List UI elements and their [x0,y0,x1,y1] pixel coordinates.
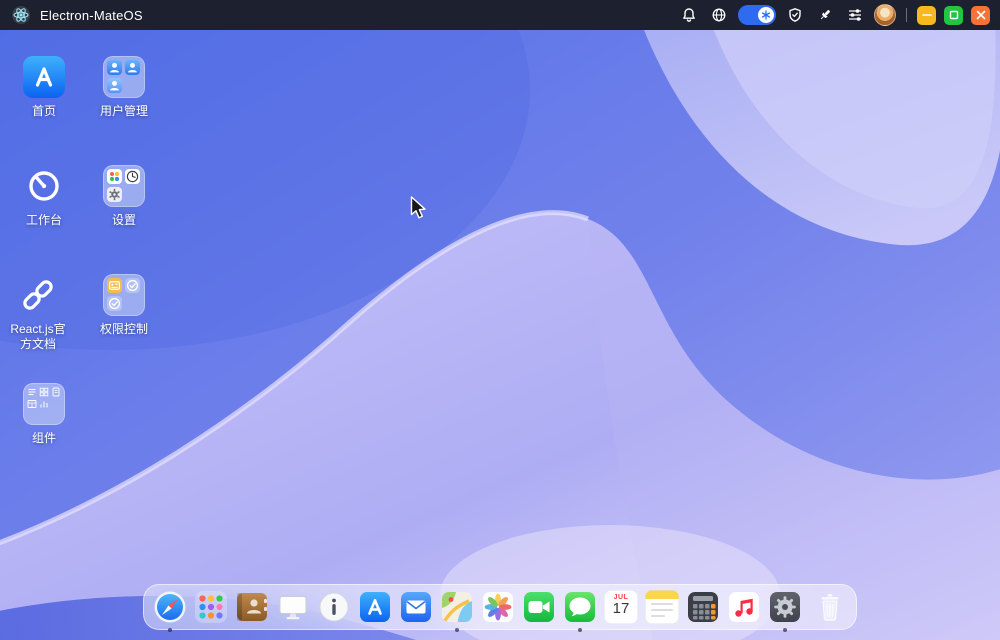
theme-toggle[interactable] [738,5,776,25]
gear-mini-icon [107,187,122,202]
note-line [651,603,673,605]
menubar-divider [906,8,907,22]
apps-grid-mini-icon [107,169,122,184]
desktop-icon-react-docs[interactable]: React.js官方文档 [6,274,70,352]
dock: JUL 17 [143,584,857,630]
clock-mini-icon [125,169,140,184]
dock-icon-app-store[interactable] [358,590,392,624]
calendar-tile: JUL 17 [604,590,638,624]
note-line [651,609,673,611]
settings-group-tile-icon [103,165,145,207]
menubar-tray [678,4,990,26]
chart-mini-icon [39,399,49,409]
dock-icon-photos[interactable] [481,590,515,624]
globe-language-icon[interactable] [708,4,730,26]
appstore-tile-icon [23,56,65,98]
menubar-left: Electron-MateOS [10,4,143,26]
document-mini-icon [51,387,61,397]
electron-atom-icon[interactable] [10,4,32,26]
check-circle-mini-icon [125,278,140,293]
desktop-icon-label: React.js官方文档 [6,322,70,352]
dock-icon-calendar[interactable]: JUL 17 [604,590,638,624]
desktop-icon-label: 权限控制 [100,322,148,337]
dock-icon-trash[interactable] [813,590,847,624]
user-mini-icon [107,60,122,75]
desktop-icon-settings[interactable]: 设置 [86,165,162,228]
close-button[interactable] [971,6,990,25]
theme-toggle-knob [758,7,774,23]
note-line [651,615,665,617]
dock-icon-safari[interactable] [153,590,187,624]
dock-icon-contacts[interactable] [235,590,269,624]
running-indicator [168,628,172,632]
desktop-icon-workbench[interactable]: 工作台 [6,165,82,228]
calendar-day: 17 [613,601,630,617]
permissions-group-tile-icon [103,274,145,316]
user-avatar[interactable] [874,4,896,26]
dock-icon-music[interactable] [727,590,761,624]
link-icon [17,274,59,316]
running-indicator [578,628,582,632]
dock-icon-system-settings[interactable] [768,590,802,624]
list-mini-icon [27,387,37,397]
dock-icon-messages[interactable] [563,590,597,624]
desktop-icon-user-management[interactable]: 用户管理 [86,56,162,119]
user-mini-icon [125,60,140,75]
maximize-button[interactable] [944,6,963,25]
desktop-icon-label: 组件 [32,431,56,446]
id-badge-mini-icon [107,278,122,293]
notes-tile [645,590,679,624]
desktop-screen: Electron-MateOS [0,0,1000,640]
running-indicator [455,628,459,632]
pin-icon[interactable] [814,4,836,26]
check-circle-mini-icon [107,296,122,311]
user-mini-icon [107,78,122,93]
running-indicator [783,628,787,632]
shield-icon[interactable] [784,4,806,26]
gauge-icon [23,165,65,207]
dock-icon-launchpad[interactable] [194,590,228,624]
menubar: Electron-MateOS [0,0,1000,30]
dock-icon-info[interactable] [317,590,351,624]
table-mini-icon [27,399,37,409]
sliders-icon[interactable] [844,4,866,26]
dock-icon-calculator[interactable] [686,590,720,624]
dock-icon-facetime[interactable] [522,590,556,624]
desktop-icon-components[interactable]: 组件 [6,383,82,446]
desktop-icon-label: 工作台 [26,213,62,228]
minimize-button[interactable] [917,6,936,25]
dock-icon-mail[interactable] [399,590,433,624]
dock-icon-notes[interactable] [645,590,679,624]
components-group-tile-icon [23,383,65,425]
users-group-tile-icon [103,56,145,98]
dock-icon-display[interactable] [276,590,310,624]
dock-icon-maps[interactable] [440,590,474,624]
desktop-icon-permission-control[interactable]: 权限控制 [86,274,162,337]
desktop-icon-label: 用户管理 [100,104,148,119]
desktop-icon-label: 设置 [112,213,136,228]
app-title: Electron-MateOS [40,8,143,23]
bell-icon[interactable] [678,4,700,26]
desktop-icon-label: 首页 [32,104,56,119]
grid-mini-icon [39,387,49,397]
desktop-icon-home[interactable]: 首页 [6,56,82,119]
